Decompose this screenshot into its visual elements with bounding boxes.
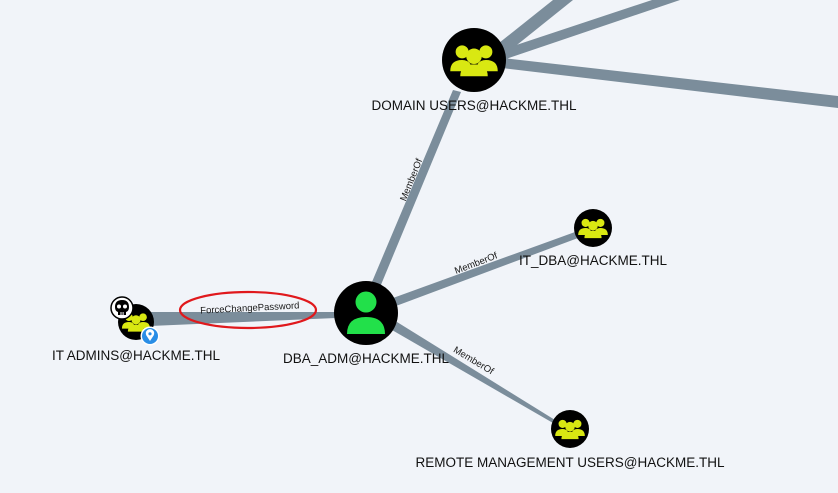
- node-label-domain-users: DOMAIN USERS@HACKME.THL: [372, 98, 577, 113]
- edge-dba-to-domain-users[interactable]: [369, 90, 461, 292]
- graph-canvas[interactable]: MemberOf MemberOf MemberOf ForceChangePa…: [0, 0, 838, 493]
- node-label-it-dba: IT_DBA@HACKME.THL: [519, 253, 667, 268]
- node-it-dba[interactable]: [574, 209, 612, 247]
- location-pin-icon: [140, 326, 160, 346]
- node-remote-mgmt[interactable]: [551, 410, 589, 448]
- node-domain-users[interactable]: [442, 28, 506, 92]
- edge-labels-layer: MemberOf MemberOf MemberOf ForceChangePa…: [200, 157, 499, 377]
- edge-dba-to-remote-mgmt[interactable]: [392, 322, 555, 423]
- node-dba-adm[interactable]: [334, 281, 398, 345]
- node-label-remote-mgmt: REMOTE MANAGEMENT USERS@HACKME.THL: [416, 455, 725, 470]
- edge-dba-to-it-dba[interactable]: [393, 232, 578, 306]
- node-label-dba-adm: DBA_ADM@HACKME.THL: [283, 351, 449, 366]
- skull-icon: [110, 296, 134, 320]
- node-label-it-admins: IT ADMINS@HACKME.THL: [52, 348, 220, 363]
